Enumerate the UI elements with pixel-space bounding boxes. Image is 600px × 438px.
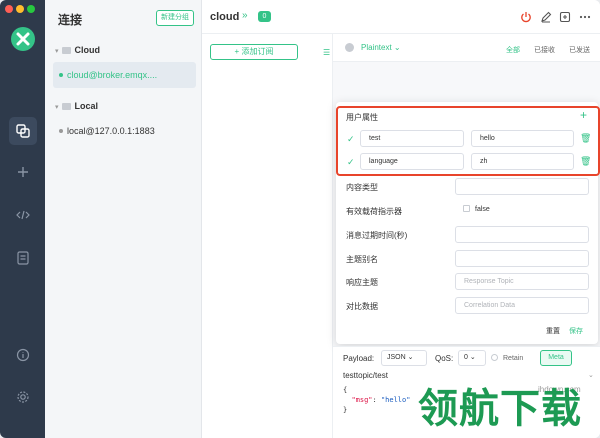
close-window-button[interactable] (5, 5, 13, 13)
user-property-key-field[interactable]: test (360, 130, 464, 147)
filter-all[interactable]: 全部 (506, 45, 520, 55)
user-property-value-field[interactable]: hello (471, 130, 574, 147)
connection-item-local[interactable]: local@127.0.0.1:1883 (53, 118, 196, 144)
save-button[interactable]: 保存 (569, 326, 583, 336)
correlation-data-field[interactable]: Correlation Data (455, 297, 589, 314)
connections-title: 连接 (58, 13, 83, 27)
response-topic-field[interactable]: Response Topic (455, 273, 589, 290)
app-logo-icon (11, 27, 35, 51)
qos-value: 0 (464, 354, 468, 361)
topic-input[interactable]: testtopic/test (343, 371, 388, 380)
payload-indicator-value: false (475, 206, 490, 213)
payload-value: "hello" (380, 396, 411, 404)
payload-editor[interactable]: { "msg": "hello" } (343, 385, 410, 415)
content-type-field[interactable] (455, 178, 589, 195)
folder-icon (61, 47, 71, 54)
payload-type-value: JSON (387, 354, 406, 361)
qos-label: QoS: (435, 354, 454, 363)
add-property-icon[interactable]: + (580, 108, 587, 122)
watermark-text: 领航下载 (418, 386, 582, 432)
content-type-label: 内容类型 (346, 183, 378, 192)
new-window-icon[interactable] (559, 11, 571, 23)
retain-label: Retain (503, 355, 524, 362)
topic-alias-field[interactable] (455, 250, 589, 267)
new-group-button[interactable]: 新建分组 (156, 10, 194, 26)
group-cloud[interactable]: ▾ Cloud (55, 45, 100, 55)
format-icon (345, 43, 354, 52)
chevron-down-icon: ▾ (55, 104, 59, 111)
payload-indicator-checkbox[interactable]: false (455, 202, 589, 219)
message-count-badge: 0 (258, 11, 271, 22)
subscriptions-panel: + 添加订阅 ☰ (202, 34, 333, 438)
add-subscription-button[interactable]: + 添加订阅 (210, 44, 298, 60)
edit-icon[interactable] (540, 11, 552, 23)
info-icon[interactable] (9, 341, 37, 369)
group-cloud-label: Cloud (74, 45, 101, 55)
payload-format-select[interactable]: Plaintext ⌄ (361, 43, 401, 52)
user-property-key-field[interactable]: language (360, 153, 464, 170)
more-icon[interactable] (579, 11, 591, 23)
message-filter-bar: Plaintext ⌄ 全部 已接收 已发送 (333, 34, 600, 62)
connection-label: cloud@broker.emqx.... (67, 70, 158, 80)
settings-icon[interactable] (9, 383, 37, 411)
connections-icon[interactable] (9, 117, 37, 145)
user-property-value-field[interactable]: zh (471, 153, 574, 170)
response-topic-label: 响应主题 (346, 278, 378, 287)
zoom-window-button[interactable] (27, 5, 35, 13)
connections-panel: 连接 新建分组 ▾ Cloud cloud@broker.emqx.... ▾ Lo… (45, 0, 202, 438)
reset-button[interactable]: 重置 (546, 326, 560, 336)
connection-item-cloud[interactable]: cloud@broker.emqx.... (53, 62, 196, 88)
payload-key: "msg" (351, 396, 373, 404)
filter-received[interactable]: 已接收 (534, 45, 555, 55)
qos-select[interactable]: 0 ⌄ (458, 350, 486, 366)
chevron-down-icon[interactable]: ⌄ (588, 371, 594, 379)
check-icon[interactable]: ✓ (347, 157, 355, 168)
online-status-icon (59, 73, 63, 77)
check-icon[interactable]: ✓ (347, 134, 355, 145)
minimize-window-button[interactable] (16, 5, 24, 13)
correlation-label: 对比数据 (346, 302, 378, 311)
expiry-label: 消息过期时间(秒) (346, 231, 408, 240)
collapse-panel-icon[interactable]: ☰ (323, 48, 330, 57)
nav-rail (0, 0, 45, 438)
payload-label: Payload: (343, 354, 375, 363)
payload-line: } (343, 406, 348, 414)
folder-icon (61, 103, 71, 110)
meta-button[interactable]: Meta (540, 350, 572, 366)
expiry-field[interactable] (455, 226, 589, 243)
collapse-chevron-icon[interactable]: » (242, 10, 248, 21)
payload-separator: : (372, 396, 381, 404)
topic-alias-label: 主题别名 (346, 255, 378, 264)
user-properties-title: 用户属性 (346, 113, 378, 122)
checkbox-icon (463, 205, 470, 212)
app-window: 连接 新建分组 ▾ Cloud cloud@broker.emqx.... ▾ Lo… (0, 0, 600, 438)
retain-checkbox[interactable]: Retain (491, 354, 523, 362)
payload-indicator-label: 有效载荷指示器 (346, 207, 402, 216)
top-bar: cloud » 0 (202, 0, 600, 34)
group-local-label: Local (74, 101, 99, 111)
checkbox-icon (491, 354, 498, 361)
delete-icon[interactable]: 🗑 (580, 156, 591, 167)
chevron-down-icon: ▾ (55, 48, 59, 55)
payload-line: { (343, 386, 348, 394)
disconnect-icon[interactable] (520, 11, 532, 23)
add-icon[interactable] (9, 158, 37, 186)
log-icon[interactable] (9, 244, 37, 272)
delete-icon[interactable]: 🗑 (580, 133, 591, 144)
offline-status-icon (59, 129, 63, 133)
payload-type-select[interactable]: JSON ⌄ (381, 350, 427, 366)
payload-format-label: Plaintext (361, 43, 392, 52)
code-icon[interactable] (9, 201, 37, 229)
connection-name: cloud (210, 11, 240, 23)
group-local[interactable]: ▾ Local (55, 101, 98, 111)
filter-sent[interactable]: 已发送 (569, 45, 590, 55)
connection-label: local@127.0.0.1:1883 (67, 126, 155, 136)
